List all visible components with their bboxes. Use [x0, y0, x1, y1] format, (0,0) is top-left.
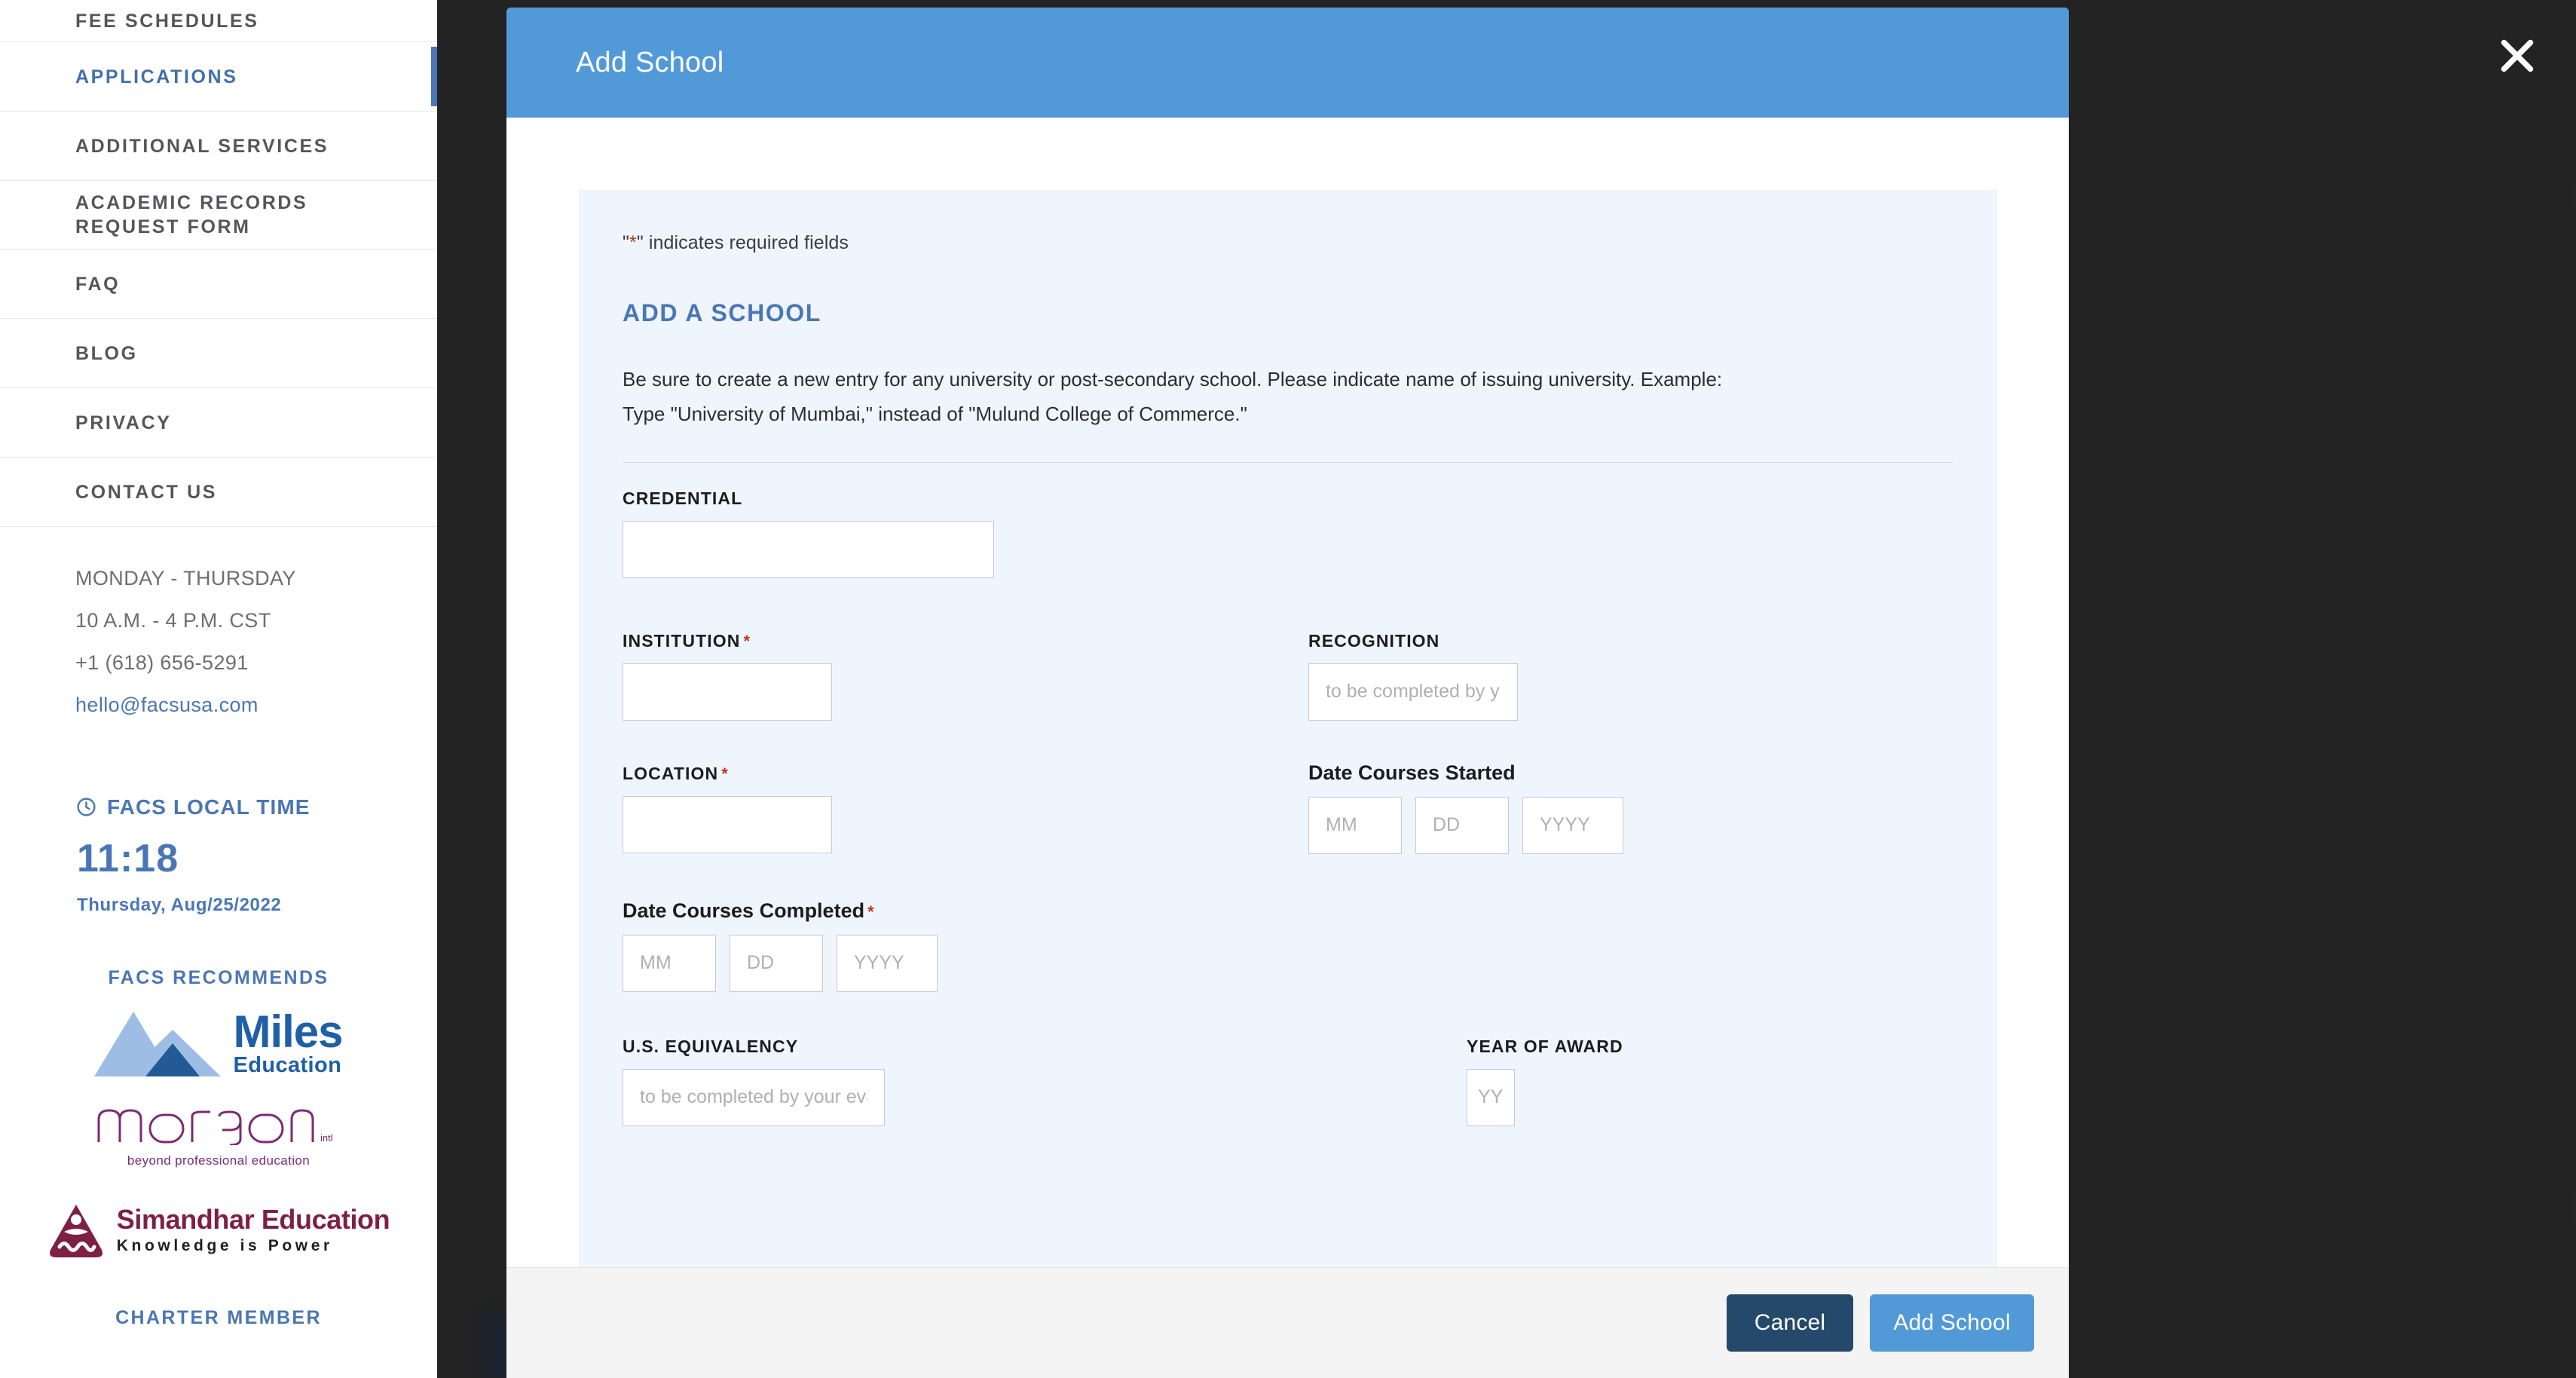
sidebar-item-label: FAQ — [75, 273, 121, 295]
date-completed-required-mark: * — [867, 902, 874, 921]
simandhar-mark-icon — [49, 1204, 102, 1257]
sidebar-item-label: APPLICATIONS — [75, 66, 238, 87]
add-school-submit-button[interactable]: Add School — [1870, 1294, 2034, 1352]
description-line-2: Type "University of Mumbai," instead of … — [623, 403, 1247, 426]
form-section-title: ADD A SCHOOL — [623, 299, 821, 326]
charter-member-heading: CHARTER MEMBER — [115, 1306, 322, 1328]
add-school-modal: Add School "*" indicates required fields… — [506, 8, 2069, 1378]
contact-info: MONDAY - THURSDAY 10 A.M. - 4 P.M. CST +… — [0, 527, 437, 724]
active-indicator-bar — [431, 47, 437, 106]
date-courses-started-label: Date Courses Started — [1308, 761, 1516, 784]
local-time-widget: FACS LOCAL TIME 11:18 Thursday, Aug/25/2… — [0, 724, 437, 916]
sidebar-item-label: BLOG — [75, 342, 138, 364]
sidebar-item-blog[interactable]: BLOG — [0, 319, 437, 388]
miles-logo-line2: Education — [233, 1053, 342, 1078]
location-field: LOCATION * — [623, 764, 832, 853]
date-started-year-input[interactable] — [1522, 796, 1623, 854]
date-started-day-input[interactable] — [1415, 796, 1509, 854]
morgan-wordmark-icon: intl — [97, 1109, 333, 1145]
us-equivalency-label: U.S. EQUIVALENCY — [623, 1036, 799, 1056]
modal-header: Add School — [506, 8, 2069, 118]
sidebar-nav: FEE SCHEDULES APPLICATIONS ADDITIONAL SE… — [0, 0, 437, 527]
date-completed-day-input[interactable] — [730, 934, 823, 992]
modal-body: "*" indicates required fields ADD A SCHO… — [506, 118, 2069, 1277]
institution-field: INSTITUTION * — [623, 631, 832, 721]
date-completed-year-input[interactable] — [837, 934, 938, 992]
recognition-field: RECOGNITION — [1308, 631, 1518, 721]
location-label-text: LOCATION — [623, 763, 719, 783]
sidebar-item-label: FEE SCHEDULES — [75, 10, 259, 32]
sidebar-item-additional-services[interactable]: ADDITIONAL SERVICES — [0, 112, 437, 181]
sidebar-item-fee-schedules[interactable]: FEE SCHEDULES — [0, 0, 437, 42]
credential-input[interactable] — [623, 520, 994, 578]
institution-input[interactable] — [623, 663, 832, 721]
year-of-award-input[interactable] — [1467, 1068, 1515, 1126]
close-icon[interactable] — [2495, 33, 2540, 78]
description-line-1: Be sure to create a new entry for any un… — [623, 368, 1723, 390]
location-input[interactable] — [623, 795, 832, 853]
phone-number[interactable]: +1 (618) 656-5291 — [75, 645, 437, 682]
modal-title: Add School — [576, 46, 724, 78]
date-courses-completed-field: Date Courses Completed * — [623, 899, 938, 992]
sidebar-item-privacy[interactable]: PRIVACY — [0, 388, 437, 458]
miles-logo-line1: Miles — [233, 1006, 343, 1058]
simandhar-education-logo[interactable]: Simandhar Education Knowledge is Power — [0, 1202, 437, 1260]
local-time-heading-label: FACS LOCAL TIME — [107, 795, 311, 819]
us-equivalency-field: U.S. EQUIVALENCY — [623, 1037, 885, 1126]
sidebar-item-label: PRIVACY — [75, 412, 172, 433]
office-hours: 10 A.M. - 4 P.M. CST — [75, 608, 271, 632]
form-section-description: Be sure to create a new entry for any un… — [623, 362, 1904, 432]
institution-label-text: INSTITUTION — [623, 630, 741, 651]
cancel-button[interactable]: Cancel — [1727, 1294, 1853, 1352]
mountain-icon — [94, 1011, 222, 1076]
sidebar-item-faq[interactable]: FAQ — [0, 250, 437, 319]
form-fields: CREDENTIAL INSTITUTION * RECOGNITION to … — [579, 488, 1997, 1229]
morgan-logo-tagline: beyond professional education — [127, 1153, 311, 1168]
credential-field: CREDENTIAL — [623, 488, 994, 578]
add-school-form: "*" indicates required fields ADD A SCHO… — [579, 190, 1997, 1277]
local-time-value: 11:18 — [77, 836, 179, 880]
email-link[interactable]: hello@facsusa.com — [75, 687, 437, 724]
miles-education-logo[interactable]: Miles Education — [0, 1009, 437, 1080]
local-time-heading: FACS LOCAL TIME — [75, 795, 437, 819]
modal-footer: Cancel Add School — [506, 1267, 2069, 1378]
year-of-award-field: YEAR OF AWARD — [1467, 1037, 1623, 1126]
date-courses-started-field: Date Courses Started — [1308, 761, 1623, 854]
required-note-text: " indicates required fields — [636, 232, 849, 253]
sidebar-item-label: ADDITIONAL SERVICES — [75, 135, 329, 157]
date-courses-completed-label: Date Courses Completed * — [623, 899, 938, 923]
simandhar-logo-line2: Knowledge is Power — [116, 1237, 333, 1255]
clock-icon — [75, 796, 97, 818]
recognition-label: RECOGNITION — [1308, 630, 1440, 651]
institution-label: INSTITUTION * — [623, 631, 832, 651]
location-label: LOCATION * — [623, 764, 832, 784]
recognition-input[interactable] — [1308, 663, 1518, 721]
morgan-intl-logo[interactable]: intl beyond professional education — [0, 1106, 437, 1168]
sidebar-item-applications[interactable]: APPLICATIONS — [0, 42, 437, 112]
simandhar-logo-line1: Simandhar Education — [116, 1204, 390, 1236]
sidebar-item-label: ACADEMIC RECORDS REQUEST FORM — [75, 192, 308, 237]
sidebar-item-label: CONTACT US — [75, 481, 218, 503]
sidebar-item-academic-records-request-form[interactable]: ACADEMIC RECORDS REQUEST FORM — [0, 181, 437, 250]
sidebar: FEE SCHEDULES APPLICATIONS ADDITIONAL SE… — [0, 0, 437, 1378]
recommends-heading: FACS RECOMMENDS — [108, 966, 329, 988]
app-root: FEE SCHEDULES APPLICATIONS ADDITIONAL SE… — [0, 0, 2576, 1378]
location-required-mark: * — [721, 764, 729, 783]
sidebar-item-contact-us[interactable]: CONTACT US — [0, 458, 437, 527]
year-of-award-label: YEAR OF AWARD — [1467, 1036, 1623, 1056]
local-date-value: Thursday, Aug/25/2022 — [77, 894, 282, 915]
required-fields-note: "*" indicates required fields — [623, 232, 849, 253]
required-asterisk: * — [629, 232, 637, 253]
date-completed-month-input[interactable] — [623, 934, 716, 992]
credential-label: CREDENTIAL — [623, 488, 743, 508]
us-equivalency-input[interactable] — [623, 1068, 885, 1126]
office-days: MONDAY - THURSDAY — [75, 567, 296, 589]
svg-text:intl: intl — [320, 1132, 333, 1144]
institution-required-mark: * — [743, 631, 751, 651]
date-courses-completed-label-text: Date Courses Completed — [623, 899, 865, 922]
date-started-month-input[interactable] — [1308, 796, 1402, 854]
form-divider — [623, 461, 1953, 463]
